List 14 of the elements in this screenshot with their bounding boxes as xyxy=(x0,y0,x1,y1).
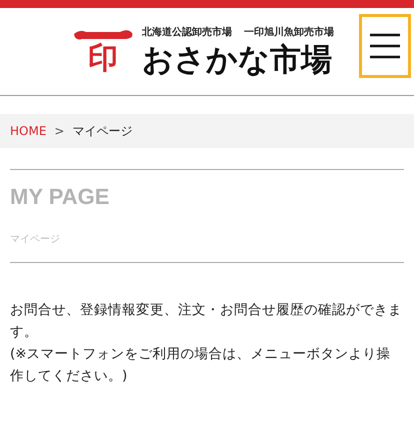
logo-tagline: 北海道公認卸売市場 xyxy=(142,25,232,38)
page-subtitle: マイページ xyxy=(10,233,61,246)
breadcrumb-current: マイページ xyxy=(72,122,132,140)
logo-mark: 印 xyxy=(88,42,118,76)
logo-tagline: 一印旭川魚卸売市場 xyxy=(244,25,334,38)
menu-button[interactable] xyxy=(359,14,411,78)
brush-stroke-icon xyxy=(72,28,134,42)
menu-icon xyxy=(370,32,400,58)
description-text: (※スマートフォンをご利用の場合は、メニューボタンより操作してください。) xyxy=(10,345,392,386)
description-text: お問合せ、登録情報変更、注文・お問合せ履歴の確認ができます。 xyxy=(10,301,403,342)
breadcrumb-link[interactable]: HOME xyxy=(10,124,46,138)
breadcrumb-separator: > xyxy=(54,124,64,138)
site-logo-text[interactable]: おさかな市場 xyxy=(142,40,334,78)
page-title: MY PAGE xyxy=(10,184,110,210)
